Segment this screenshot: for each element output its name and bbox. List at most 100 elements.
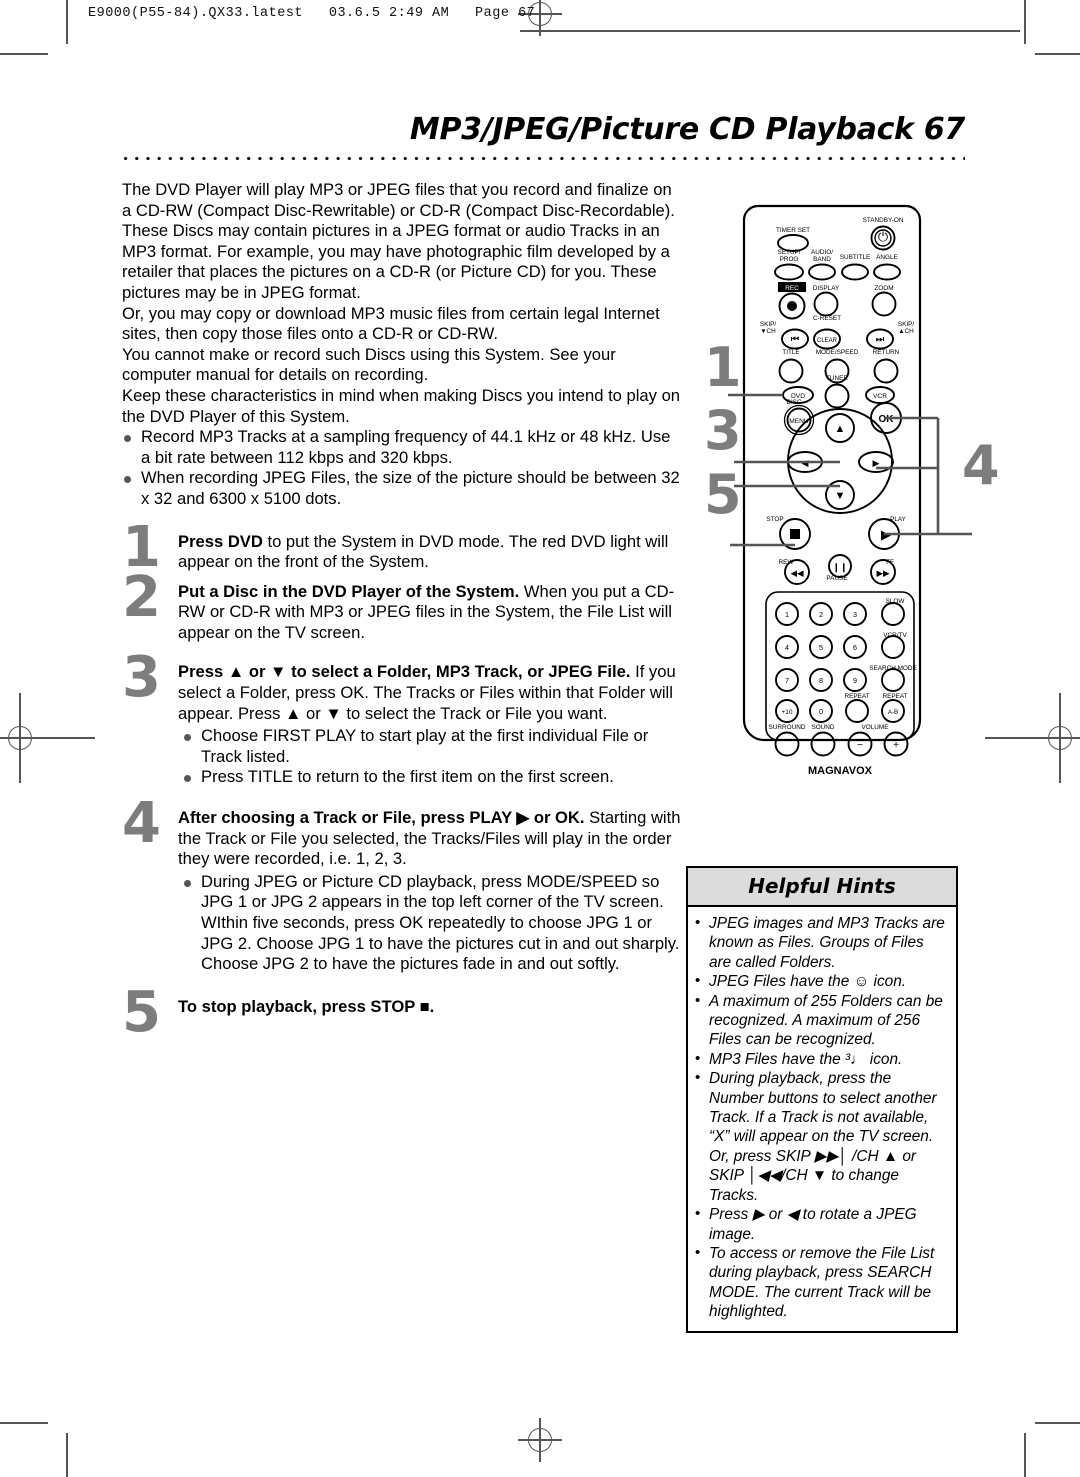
- list-item: A maximum of 255 Folders can be recogniz…: [694, 991, 948, 1050]
- intro-paragraph-1: The DVD Player will play MP3 or JPEG fil…: [122, 180, 675, 220]
- crop-mark-bottom-right-vertical: [1024, 1433, 1026, 1477]
- volume-minus-icon: −: [857, 740, 863, 751]
- label-ab: A-B: [888, 709, 898, 716]
- list-item: During JPEG or Picture CD playback, pres…: [178, 872, 682, 975]
- button-zoom: [871, 291, 897, 317]
- label-vcr: VCR: [873, 393, 887, 400]
- callout-3: 3: [704, 399, 742, 462]
- num-9: 9: [853, 676, 857, 685]
- label-title: TITLE: [782, 349, 799, 356]
- power-icon: ⏻: [878, 229, 888, 244]
- step-text: Put a Disc in the DVD Player of the Syst…: [178, 582, 682, 644]
- callout-5: 5: [704, 463, 742, 526]
- list-item: Record MP3 Tracks at a sampling frequenc…: [122, 427, 682, 468]
- step-text: Press ▲ or ▼ to select a Folder, MP3 Tra…: [178, 662, 682, 788]
- num-plus10: +10: [781, 709, 793, 716]
- helpful-hints-box: Helpful Hints JPEG images and MP3 Tracks…: [686, 866, 958, 1333]
- registration-mark-left: [0, 693, 95, 783]
- label-angle: ANGLE: [876, 254, 898, 261]
- step-number: 3: [122, 645, 161, 711]
- list-item: JPEG Files have the ☺ icon.: [694, 971, 948, 991]
- label-prog: PROG: [780, 256, 799, 263]
- label-ok: OK: [879, 414, 895, 425]
- label-mode-speed: MODE/SPEED: [816, 349, 859, 356]
- list-item: MP3 Files have the ³♩ icon.: [694, 1049, 948, 1069]
- rec-dot-icon: [787, 301, 797, 311]
- label-standby-on: STANDBY-ON: [863, 217, 904, 224]
- label-volume: VOLUME: [862, 724, 889, 731]
- main-text-column: The DVD Player will play MP3 or JPEG fil…: [122, 180, 682, 1040]
- step-bold-lead: Press DVD: [178, 531, 263, 551]
- label-band: BAND: [813, 256, 831, 263]
- intro-paragraph-5: Keep these characteristics in mind when …: [122, 385, 681, 426]
- num-5: 5: [819, 643, 823, 652]
- button-vcr-tv: [881, 635, 905, 659]
- intro-paragraph-4: You cannot make or record such Discs usi…: [122, 344, 616, 385]
- helpful-hints-title: Helpful Hints: [688, 868, 956, 907]
- step-bold-lead: Press ▲ or ▼ to select a Folder, MP3 Tra…: [178, 662, 631, 682]
- intro-paragraph-3: Or, you may copy or download MP3 music f…: [122, 303, 660, 344]
- step-4-bullet-list: During JPEG or Picture CD playback, pres…: [178, 872, 682, 975]
- title-dotted-divider: [120, 156, 965, 161]
- label-zoom: ZOOM: [874, 285, 893, 292]
- helpful-hints-list: JPEG images and MP3 Tracks are known as …: [694, 913, 948, 1322]
- crop-mark-top-left-vertical: [66, 0, 68, 44]
- remote-control-diagram: TIMER SET STANDBY-ON SETUP/ PROG AUDIO/ …: [690, 196, 1000, 776]
- crop-mark-top-right-horizontal: [1035, 53, 1080, 55]
- pause-icon: ❙❙: [832, 562, 847, 573]
- label-skip-down-2: ▼CH: [760, 328, 776, 335]
- list-item: Press TITLE to return to the first item …: [178, 767, 682, 788]
- step-5: 5 To stop playback, press STOP ■.: [122, 984, 682, 1040]
- step-bold-lead: After choosing a Track or File, press PL…: [178, 808, 585, 828]
- label-surround: SURROUND: [769, 724, 806, 731]
- label-return: RETURN: [873, 349, 900, 356]
- button-display: [813, 291, 839, 317]
- button-repeat: [845, 699, 869, 723]
- label-menu: MENU: [789, 418, 809, 425]
- step-number: 5: [122, 979, 161, 1045]
- label-rec: REC: [785, 285, 799, 292]
- nav-down-icon: ▼: [835, 490, 846, 502]
- num-7: 7: [785, 676, 789, 685]
- button-surround: [774, 731, 800, 757]
- button-setup-prog: [774, 263, 804, 281]
- callout-1: 1: [704, 336, 742, 399]
- num-1: 1: [785, 610, 789, 619]
- crop-mark-top-left-horizontal: [0, 53, 48, 55]
- label-audio: AUDIO/: [811, 249, 833, 256]
- button-search-mode: [881, 668, 905, 692]
- label-timer-set: TIMER SET: [776, 227, 810, 234]
- label-stop: STOP: [766, 516, 783, 523]
- step-2: 2 Put a Disc in the DVD Player of the Sy…: [122, 569, 682, 644]
- step-bold-lead: Put a Disc in the DVD Player of the Syst…: [178, 581, 520, 601]
- registration-mark-right: [985, 693, 1080, 783]
- button-subtitle: [841, 263, 869, 281]
- num-0: 0: [819, 707, 823, 716]
- button-title: [778, 358, 804, 384]
- label-dvd: DVD: [791, 393, 805, 400]
- page-header: MP3/JPEG/Picture CD Playback 67: [120, 112, 965, 161]
- list-item: JPEG images and MP3 Tracks are known as …: [694, 913, 948, 972]
- step-number: 4: [122, 791, 161, 857]
- num-4: 4: [785, 643, 789, 652]
- label-sound: SOUND: [811, 724, 834, 731]
- step-3: 3 Press ▲ or ▼ to select a Folder, MP3 T…: [122, 650, 682, 788]
- remote-brand-label: MAGNAVOX: [808, 765, 873, 776]
- button-slow: [881, 602, 905, 626]
- crop-mark-bottom-right-horizontal: [1035, 1422, 1080, 1424]
- step-bold-lead: To stop playback, press STOP ■.: [178, 996, 435, 1016]
- page-title: MP3/JPEG/Picture CD Playback 67: [409, 112, 965, 147]
- list-item: Choose FIRST PLAY to start play at the f…: [178, 726, 682, 767]
- step-number: 2: [122, 564, 161, 630]
- label-repeat: REPEAT: [844, 693, 869, 700]
- skip-forward-icon: ⏭: [876, 334, 885, 345]
- nav-right-icon: ▶: [873, 458, 880, 468]
- rew-icon: ◀◀: [790, 568, 804, 578]
- label-skip-up-1: SKIP/: [898, 321, 915, 328]
- step-text: Press DVD to put the System in DVD mode.…: [178, 532, 682, 573]
- intro-bullet-list: Record MP3 Tracks at a sampling frequenc…: [122, 427, 682, 509]
- crop-mark-bottom-left-vertical: [66, 1433, 68, 1477]
- step-4: 4 After choosing a Track or File, press …: [122, 796, 682, 975]
- intro-paragraph-2: These Discs may contain pictures in a JP…: [122, 221, 670, 302]
- ff-icon: ▶▶: [876, 568, 890, 578]
